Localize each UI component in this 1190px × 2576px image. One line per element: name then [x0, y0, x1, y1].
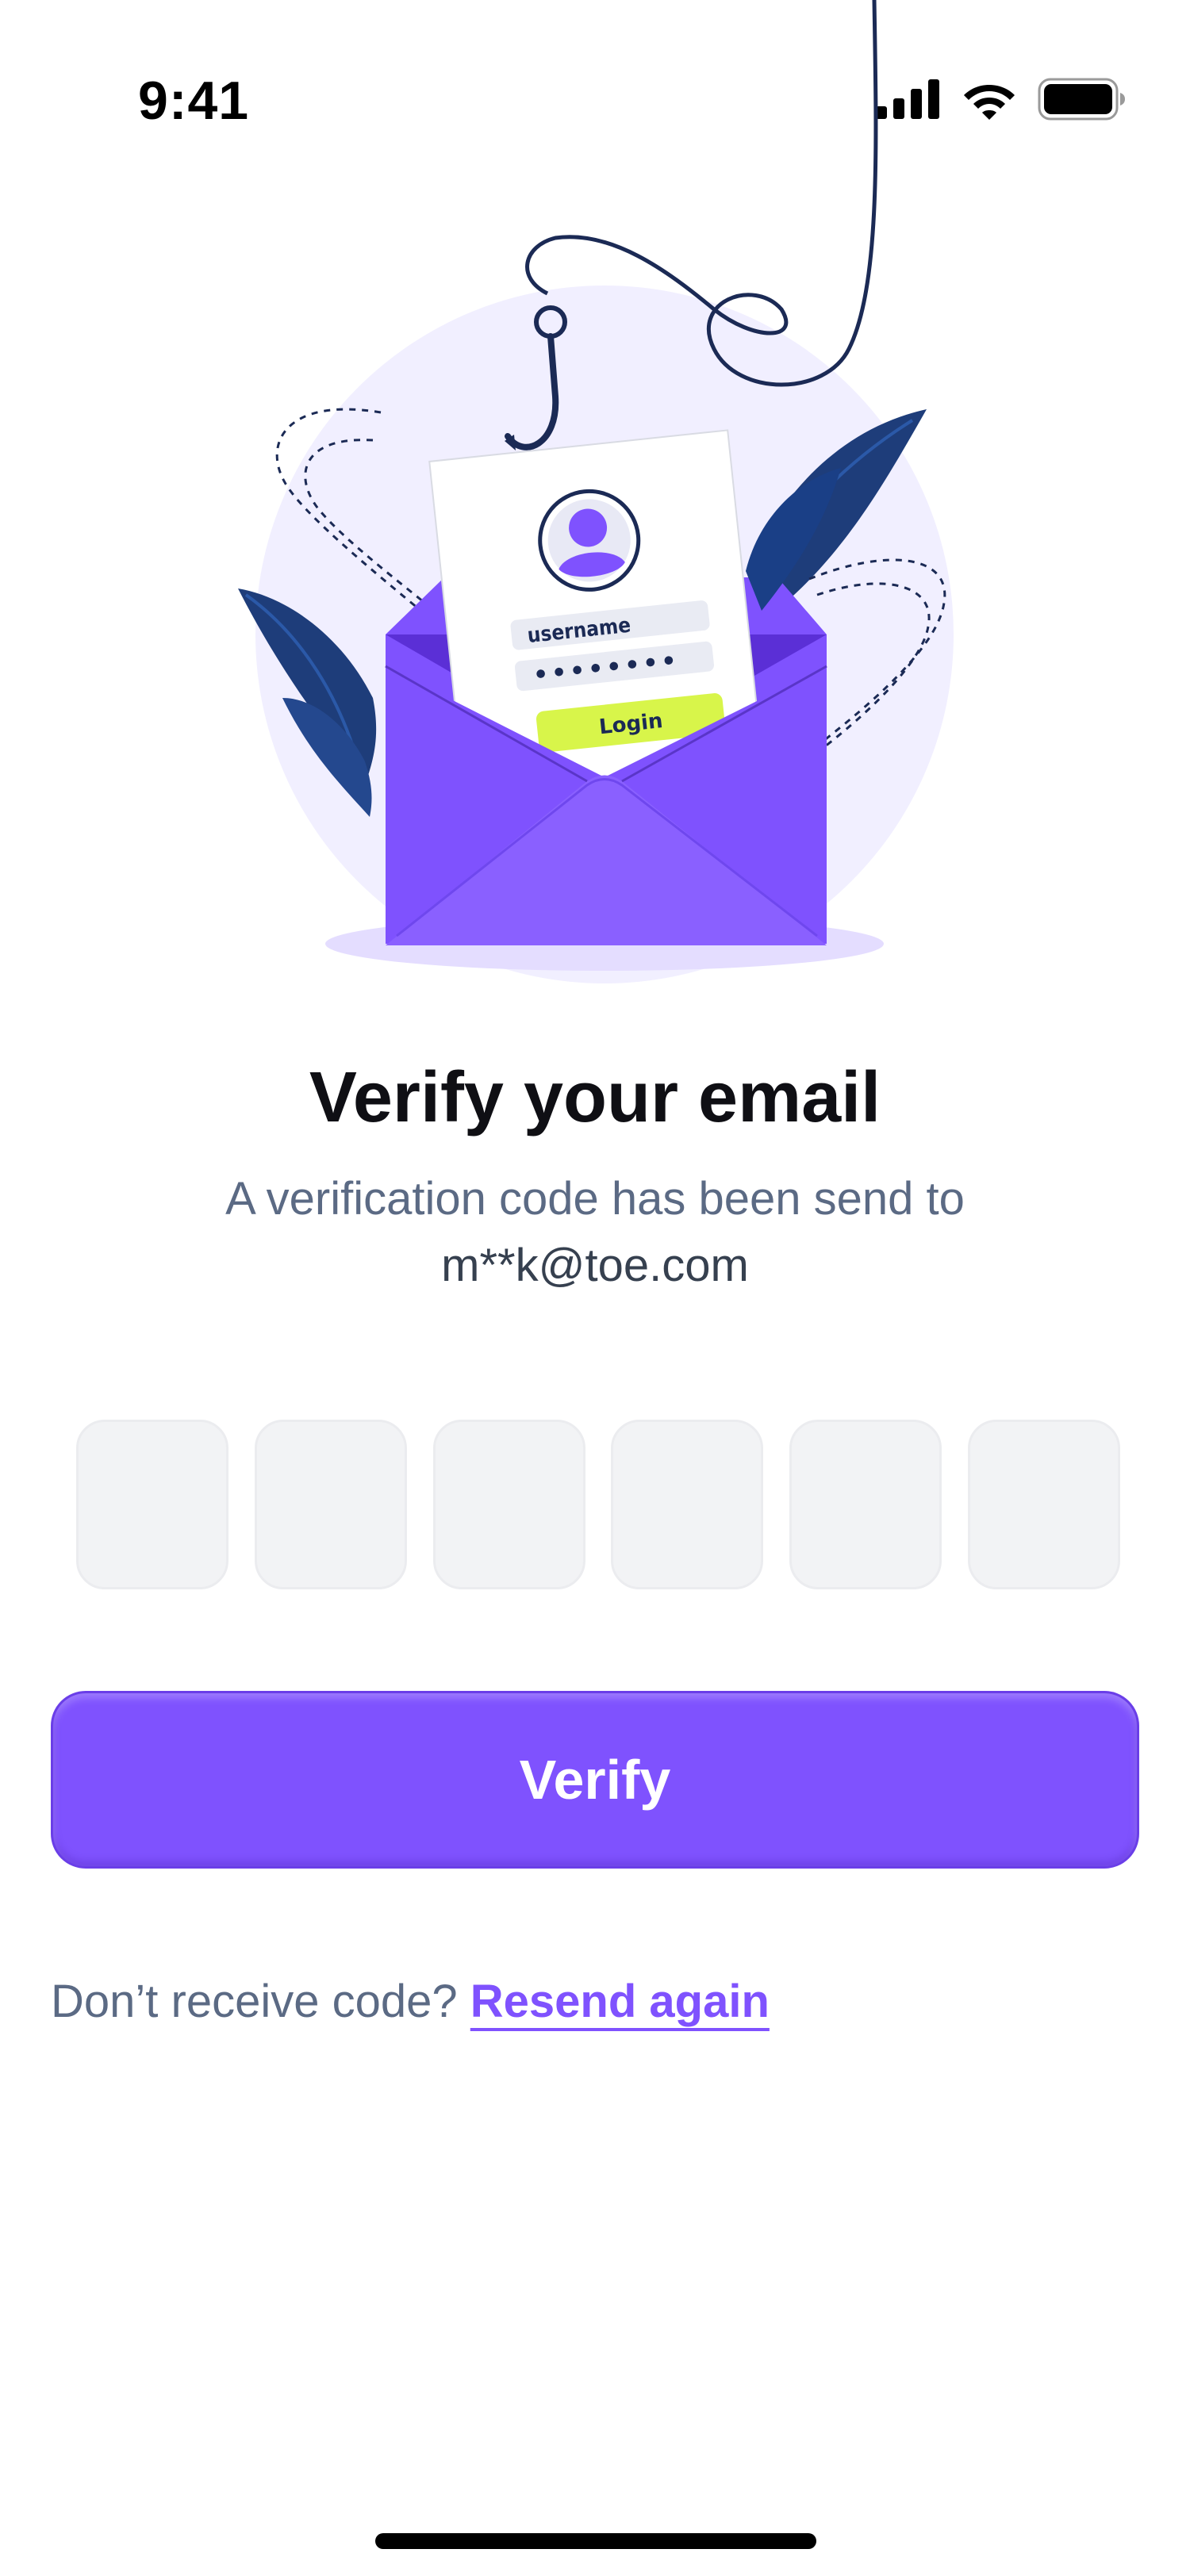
verification-code-inputs [76, 1420, 1120, 1593]
resend-row: Don’t receive code? Resend again [51, 1975, 770, 2028]
home-indicator[interactable] [375, 2533, 816, 2549]
resend-prompt: Don’t receive code? [51, 1976, 458, 2027]
verify-button[interactable]: Verify [51, 1691, 1139, 1869]
code-digit-2[interactable] [254, 1420, 407, 1589]
code-digit-1[interactable] [76, 1420, 228, 1589]
page-title: Verify your email [309, 1058, 881, 1137]
code-digit-6[interactable] [967, 1420, 1120, 1589]
hero-illustration: username •••••••• Login [238, 0, 954, 983]
code-digit-4[interactable] [611, 1420, 764, 1589]
subtitle-text: A verification code has been send to [225, 1173, 965, 1225]
masked-email: m**k@toe.com [441, 1240, 749, 1291]
code-digit-3[interactable] [432, 1420, 585, 1589]
subtitle: A verification code has been send to m**… [119, 1166, 1071, 1299]
resend-again-link[interactable]: Resend again [470, 1976, 770, 2027]
code-digit-5[interactable] [789, 1420, 942, 1589]
